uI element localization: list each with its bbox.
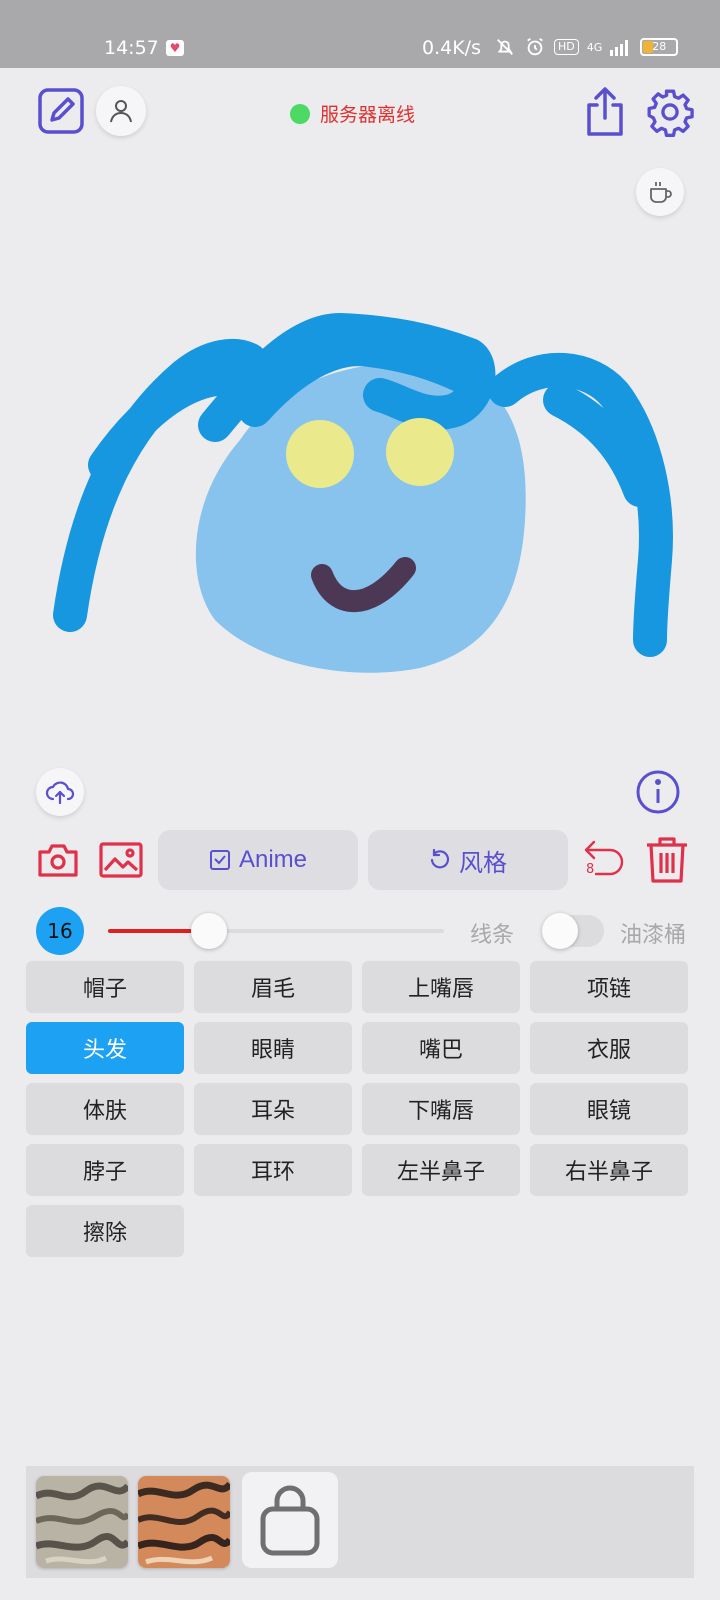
gallery-button[interactable] <box>98 840 144 880</box>
edit-icon <box>38 88 84 134</box>
anime-button[interactable]: Anime <box>158 830 358 890</box>
category-button[interactable]: 耳朵 <box>194 1083 352 1135</box>
undo-count: 8 <box>586 862 595 877</box>
camera-button[interactable] <box>36 840 80 880</box>
category-button[interactable]: 右半鼻子 <box>530 1144 688 1196</box>
category-button[interactable]: 左半鼻子 <box>362 1144 520 1196</box>
texture-pattern-tiger <box>138 1476 230 1568</box>
brush-size-slider[interactable] <box>108 929 444 933</box>
category-button[interactable]: 眼镜 <box>530 1083 688 1135</box>
gear-icon <box>647 89 694 137</box>
texture-pattern-gray <box>36 1476 128 1568</box>
network-speed: 0.4K/s <box>422 37 481 59</box>
category-button[interactable]: 上嘴唇 <box>362 961 520 1013</box>
undo-button[interactable]: 8 <box>582 836 628 882</box>
image-icon <box>99 842 143 878</box>
camera-icon <box>38 844 78 877</box>
right-eye <box>386 418 454 486</box>
style-button[interactable]: 风格 <box>368 830 568 890</box>
category-button[interactable]: 眼睛 <box>194 1022 352 1074</box>
category-button[interactable]: 衣服 <box>530 1022 688 1074</box>
category-button[interactable]: 眉毛 <box>194 961 352 1013</box>
info-button[interactable] <box>634 768 682 816</box>
profile-icon <box>110 100 132 123</box>
info-icon <box>636 770 680 814</box>
brush-controls: 16 线条 油漆桶 <box>0 905 720 955</box>
bucket-toggle[interactable] <box>542 913 604 949</box>
hd-badge: HD <box>554 39 579 55</box>
trash-icon <box>647 837 687 883</box>
refresh-icon <box>430 849 450 869</box>
share-button[interactable] <box>582 86 628 138</box>
category-button[interactable]: 嘴巴 <box>362 1022 520 1074</box>
category-button[interactable]: 体肤 <box>26 1083 184 1135</box>
coffee-button[interactable] <box>636 168 684 216</box>
category-grid: 帽子 眉毛 上嘴唇 项链头发 眼睛 嘴巴 衣服体肤 耳朵 下嘴唇 眼镜脖子 耳环 左半鼻子 右半鼻子擦除 <box>26 961 694 1257</box>
texture-bar <box>26 1466 694 1578</box>
brush-slider-thumb[interactable] <box>190 913 227 949</box>
category-button[interactable]: 帽子 <box>26 961 184 1013</box>
coffee-icon <box>650 182 672 203</box>
edit-button[interactable] <box>36 86 86 136</box>
delete-button[interactable] <box>644 834 690 886</box>
network-type: 4G <box>586 40 603 54</box>
bucket-label: 油漆桶 <box>620 923 687 948</box>
texture-thumbnail[interactable] <box>36 1476 128 1568</box>
status-bar: 14:57 ♥ 0.4K/s HD 4G 28 <box>0 0 720 68</box>
shop-button[interactable] <box>242 1472 338 1568</box>
server-status-text: 服务器离线 <box>320 104 416 126</box>
share-icon <box>587 87 623 136</box>
category-button[interactable]: 擦除 <box>26 1205 184 1257</box>
style-label: 风格 <box>459 849 507 877</box>
battery-level: 28 <box>652 40 667 53</box>
shopping-bag-icon <box>260 1485 320 1556</box>
anime-label: Anime <box>238 846 308 873</box>
status-time: 14:57 <box>104 37 159 59</box>
drawing-canvas[interactable] <box>0 220 720 740</box>
cloud-upload-icon <box>45 781 75 805</box>
category-button[interactable]: 项链 <box>530 961 688 1013</box>
checkbox-icon <box>209 850 230 870</box>
status-icons: HD 4G 28 <box>494 36 679 58</box>
server-status-dot <box>290 103 310 124</box>
mute-bell-icon <box>497 39 513 55</box>
cloud-upload-button[interactable] <box>36 768 84 816</box>
category-button[interactable]: 下嘴唇 <box>362 1083 520 1135</box>
battery-icon: 28 <box>640 38 679 56</box>
toggle-knob <box>542 913 578 949</box>
category-button[interactable]: 脖子 <box>26 1144 184 1196</box>
line-label: 线条 <box>470 923 515 948</box>
category-button[interactable]: 头发 <box>26 1022 184 1074</box>
signal-icon <box>610 40 629 56</box>
brush-size-badge: 16 <box>36 907 84 955</box>
profile-button[interactable] <box>96 86 146 136</box>
left-eye <box>286 420 354 488</box>
texture-thumbnail[interactable] <box>138 1476 230 1568</box>
server-status: 服务器离线 <box>290 100 415 127</box>
heart-notification-icon: ♥ <box>166 40 184 56</box>
settings-button[interactable] <box>644 86 696 138</box>
tool-row: Anime 风格 8 <box>0 830 720 894</box>
category-button[interactable]: 耳环 <box>194 1144 352 1196</box>
alarm-icon <box>527 37 543 56</box>
